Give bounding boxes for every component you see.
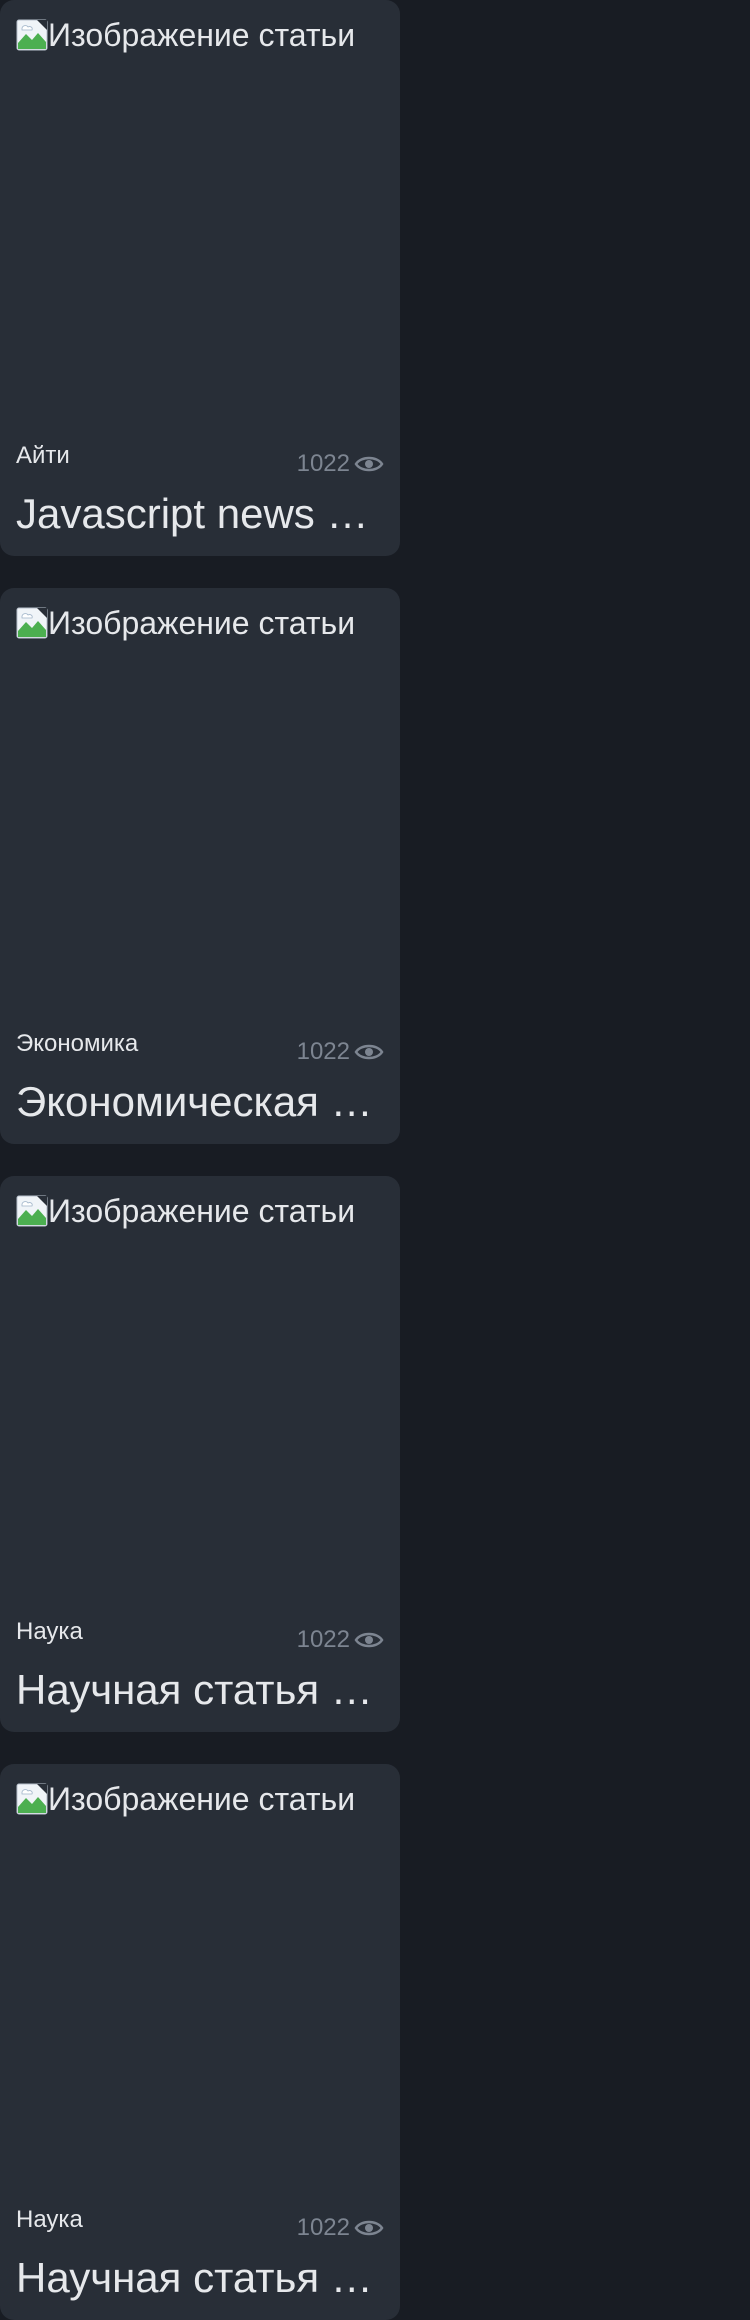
broken-image-icon bbox=[16, 1195, 48, 1227]
view-count-value: 1022 bbox=[296, 1626, 350, 1653]
article-title: Научная статья 1… bbox=[16, 1666, 384, 1713]
view-count: 1022 bbox=[297, 450, 384, 478]
article-title: Экономическая с… bbox=[16, 1078, 384, 1125]
article-image: Изображение статьи bbox=[16, 1780, 384, 2180]
article-title: Научная статья 2… bbox=[16, 2254, 384, 2301]
article-image: Изображение статьи bbox=[16, 604, 384, 1004]
article-meta: Наука 1022 bbox=[16, 2202, 384, 2242]
article-card[interactable]: Изображение статьи Наука 1022 Научная ст… bbox=[0, 1176, 400, 1732]
broken-image-icon bbox=[16, 1783, 48, 1815]
view-count: 1022 bbox=[297, 2214, 384, 2242]
article-card[interactable]: Изображение статьи Экономика 1022 Эконом… bbox=[0, 588, 400, 1144]
article-image-alt: Изображение статьи bbox=[16, 1192, 384, 1230]
eye-icon bbox=[354, 456, 384, 472]
eye-icon bbox=[354, 2220, 384, 2236]
article-image-alt: Изображение статьи bbox=[16, 16, 384, 54]
article-image: Изображение статьи bbox=[16, 16, 384, 416]
article-list: Изображение статьи Айти 1022 Javascript … bbox=[0, 0, 750, 2320]
view-count-value: 1022 bbox=[296, 450, 350, 477]
article-category: Наука bbox=[16, 2206, 83, 2233]
view-count-value: 1022 bbox=[296, 2214, 350, 2241]
article-category: Экономика bbox=[16, 1030, 139, 1057]
view-count-value: 1022 bbox=[296, 1038, 350, 1065]
article-card[interactable]: Изображение статьи Наука 1022 Научная ст… bbox=[0, 1764, 400, 2320]
article-category: Наука bbox=[16, 1618, 83, 1645]
eye-icon bbox=[354, 1044, 384, 1060]
broken-image-icon bbox=[16, 607, 48, 639]
article-image-alt: Изображение статьи bbox=[16, 604, 384, 642]
article-meta: Айти 1022 bbox=[16, 438, 384, 478]
article-image-alt: Изображение статьи bbox=[16, 1780, 384, 1818]
article-meta: Экономика 1022 bbox=[16, 1026, 384, 1066]
eye-icon bbox=[354, 1632, 384, 1648]
article-image: Изображение статьи bbox=[16, 1192, 384, 1592]
article-title: Javascript news C… bbox=[16, 490, 384, 537]
view-count: 1022 bbox=[297, 1038, 384, 1066]
article-category: Айти bbox=[16, 442, 70, 469]
view-count: 1022 bbox=[297, 1626, 384, 1654]
article-meta: Наука 1022 bbox=[16, 1614, 384, 1654]
article-card[interactable]: Изображение статьи Айти 1022 Javascript … bbox=[0, 0, 400, 556]
broken-image-icon bbox=[16, 19, 48, 51]
